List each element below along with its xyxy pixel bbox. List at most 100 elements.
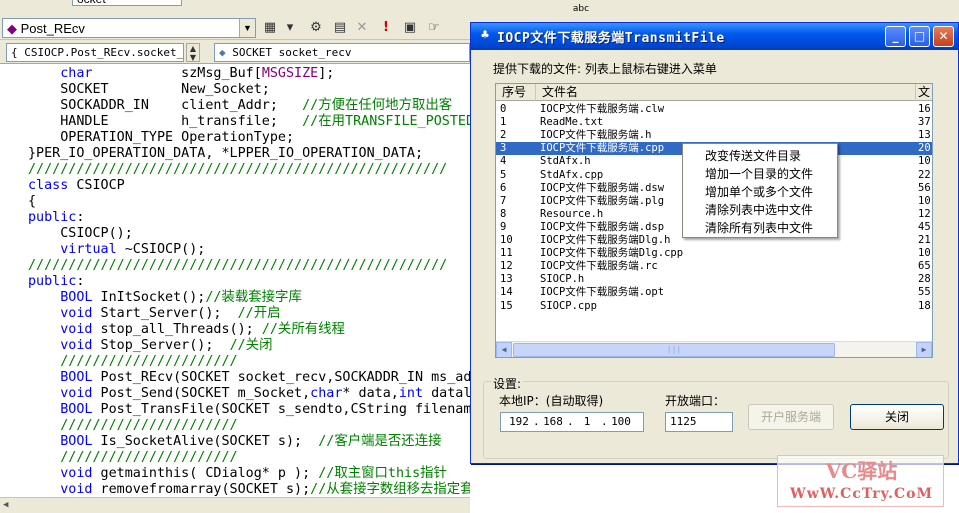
go-icon[interactable]: ▣: [400, 18, 420, 38]
menu-item-clear-selected[interactable]: 清除列表中选中文件: [683, 201, 837, 219]
code-token: Start_Server();: [92, 306, 238, 321]
scroll-left-icon[interactable]: ◀: [3, 500, 8, 510]
file-name: StdAfx.cpp: [540, 168, 604, 181]
file-index: 5: [500, 168, 507, 181]
class-combo[interactable]: { CSIOCP.Post_REcv.socket_r: [6, 43, 184, 62]
ip-octet-3[interactable]: 1: [575, 413, 599, 431]
function-combo[interactable]: ◆ Post_REcv ▼: [2, 18, 256, 38]
file-size: 16: [918, 103, 931, 115]
file-size: 22: [918, 168, 931, 181]
file-row[interactable]: 13 SIOCP.h 28: [496, 273, 932, 286]
build-icon[interactable]: ⚙: [306, 18, 326, 38]
file-index: 0: [500, 103, 507, 115]
ip-octet-4[interactable]: 100: [609, 413, 633, 431]
member-combo[interactable]: ◆ SOCKET socket_recv: [214, 43, 470, 62]
wizardbar: { CSIOCP.Post_REcv.socket_r ▲ ▼ ◆ SOCKET …: [0, 40, 470, 64]
file-size: 12: [918, 207, 931, 220]
file-name: SIOCP.cpp: [540, 299, 597, 312]
menu-item-change-dir[interactable]: 改变传送文件目录: [683, 147, 837, 165]
scroll-right-icon[interactable]: ▶: [916, 342, 932, 357]
editor-hscroll[interactable]: ◀: [0, 497, 470, 513]
code-token: ];: [318, 66, 335, 81]
settings-label: 设置:: [491, 375, 524, 392]
scroll-thumb[interactable]: |||: [513, 343, 835, 357]
file-row[interactable]: 14 IOCP文件下载服务端.opt 55: [496, 286, 932, 299]
file-list-label: 提供下载的文件: 列表上鼠标右键进入菜单: [493, 62, 717, 76]
file-row[interactable]: 11 IOCP文件下载服务端Dlg.cpp 10: [496, 247, 932, 260]
ip-address-field[interactable]: 192 . 168 . 1 . 100: [500, 412, 644, 432]
breakpoint-hand-icon[interactable]: ☞: [424, 18, 444, 38]
file-size: 10: [918, 155, 931, 168]
chevron-down-icon[interactable]: ▾: [280, 18, 300, 38]
spin-icon[interactable]: ▲ ▼: [186, 43, 200, 62]
file-index: 12: [500, 260, 513, 273]
file-name: IOCP文件下载服务端.opt: [540, 286, 665, 299]
find-icon[interactable]: ▦: [260, 18, 280, 38]
list-hscroll[interactable]: ◀ ||| ▶: [496, 341, 932, 357]
file-name: IOCP文件下载服务端.dsw: [540, 181, 665, 194]
code-token: datale: [431, 386, 470, 401]
class-combo-text: CSIOCP.Post_REcv.socket_r: [24, 46, 184, 59]
compile-icon[interactable]: ▤: [330, 18, 350, 38]
ip-dot: .: [601, 415, 608, 428]
code-line: }PER_IO_OPERATION_DATA, *LPPER_IO_OPERAT…: [28, 146, 423, 162]
code-line: BOOL Post_REcv(SOCKET socket_recv,SOCKAD…: [28, 370, 470, 386]
port-field[interactable]: 1125: [665, 412, 733, 432]
file-row[interactable]: 0 IOCP文件下载服务端.clw 16: [496, 103, 932, 116]
code-token: removefromarray(SOCKET s);: [92, 482, 311, 497]
member-icon: ◆: [219, 46, 226, 59]
spell-icon[interactable]: abc: [572, 2, 590, 16]
code-token: //关闭: [229, 338, 273, 353]
start-server-button[interactable]: 开户服务端: [748, 404, 834, 430]
minimize-button[interactable]: _: [885, 26, 906, 47]
menu-item-clear-all[interactable]: 清除所有列表中文件: [683, 219, 837, 237]
menu-item-add-folder[interactable]: 增加一个目录的文件: [683, 165, 837, 183]
file-index: 11: [500, 247, 513, 260]
menu-item-add-files[interactable]: 增加单个或多个文件: [683, 183, 837, 201]
chevron-down-icon[interactable]: ▼: [239, 19, 255, 37]
code-line: char szMsg_Buf[MSGSIZE];: [28, 66, 334, 82]
maximize-button[interactable]: □: [909, 26, 930, 47]
code-token: void: [60, 322, 93, 337]
execute-icon[interactable]: !: [376, 18, 396, 38]
app-icon: ♣: [481, 28, 489, 43]
column-header-index[interactable]: 序号: [496, 84, 536, 101]
file-row[interactable]: 12 IOCP文件下载服务端.rc 65: [496, 260, 932, 273]
class-icon: {: [11, 46, 18, 59]
column-header-size[interactable]: 文: [916, 84, 932, 101]
code-line: ////////////////////////////////////////…: [28, 162, 447, 178]
close-button[interactable]: 关闭: [850, 404, 944, 430]
file-row[interactable]: 15 SIOCP.cpp 18: [496, 300, 932, 313]
ip-octet-2[interactable]: 168: [541, 413, 565, 431]
scroll-left-icon[interactable]: ◀: [496, 342, 512, 357]
file-row[interactable]: 1 ReadMe.txt 37: [496, 116, 932, 129]
file-row[interactable]: 2 IOCP文件下载服务端.h 13: [496, 129, 932, 142]
ip-octet-1[interactable]: 192: [507, 413, 531, 431]
stop-build-icon[interactable]: ✕: [352, 18, 372, 38]
code-token: //在用TRANSFILE_POSTED: [302, 114, 470, 129]
file-size: 20: [918, 142, 931, 155]
code-token: void: [60, 306, 93, 321]
code-token: BOOL: [60, 402, 93, 417]
code-token: * data,: [342, 386, 399, 401]
close-window-button[interactable]: ✕: [933, 26, 954, 47]
dialog-titlebar[interactable]: ♣ IOCP文件下载服务端TransmitFile _ □ ✕: [471, 23, 958, 50]
column-header-filename[interactable]: 文件名: [536, 84, 916, 101]
code-line: void getmainthis( CDialog* p ); //取主窗口th…: [28, 466, 447, 482]
code-editor[interactable]: char szMsg_Buf[MSGSIZE]; SOCKET New_Sock…: [0, 64, 470, 497]
top-combo-partial[interactable]: ocket: [72, 0, 182, 6]
code-token: void: [60, 482, 93, 497]
code-line: class CSIOCP: [28, 178, 125, 194]
file-name: StdAfx.h: [540, 155, 591, 168]
code-line: //////////////////////: [28, 354, 237, 370]
file-name: IOCP文件下载服务端.cpp: [540, 142, 665, 155]
code-token: InItSocket();: [92, 290, 206, 305]
file-index: 8: [500, 207, 507, 220]
